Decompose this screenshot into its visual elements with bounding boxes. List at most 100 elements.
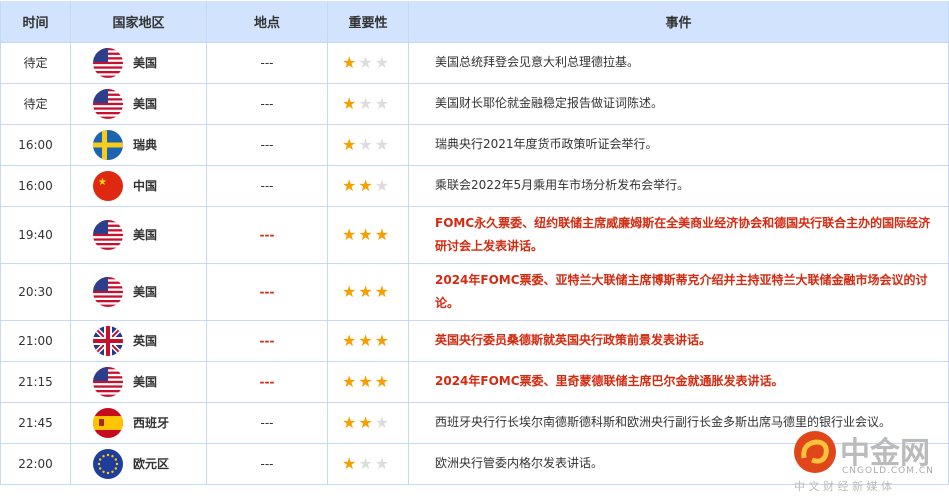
event-description: 2024年FOMC票委、里奇蒙德联储主席巴尔金就通胀发表讲话。 — [408, 361, 949, 403]
star-icon: ★ — [342, 413, 357, 432]
event-description: 2024年FOMC票委、亚特兰大联储主席博斯蒂克介绍并主持亚特兰大联储金融市场会… — [408, 263, 949, 321]
event-description: 美国财长耶伦就金融稳定报告做证词陈述。 — [408, 83, 949, 125]
event-time: 21:15 — [0, 361, 71, 403]
event-location: --- — [206, 402, 328, 444]
star-icon: ★ — [374, 225, 390, 244]
star-icon: ★ — [358, 53, 373, 72]
star-icon: ★ — [358, 413, 373, 432]
star-icon: ★ — [358, 225, 373, 244]
event-description: FOMC永久票委、纽约联储主席威廉姆斯在全美商业经济协会和德国央行联合主办的国际… — [408, 206, 949, 264]
table-row: 19:40 美国 --- ★ ★ ★ FOMC永久票委、纽约联储主席威廉姆斯在全美商… — [0, 206, 949, 264]
flag-cn-icon: ★ — [93, 170, 123, 201]
country-cell: 美国 — [71, 47, 206, 78]
country-name: 美国 — [133, 56, 158, 70]
header-time: 时间 — [0, 1, 71, 43]
star-icon: ★ — [374, 53, 390, 72]
flag-eu-icon — [93, 448, 123, 479]
header-location: 地点 — [206, 1, 328, 43]
table-header: 时间 国家地区 地点 重要性 事件 — [0, 1, 949, 43]
flag-gb-icon — [93, 325, 123, 356]
importance-stars: ★ ★ ★ — [328, 176, 408, 195]
star-icon: ★ — [342, 454, 357, 473]
table-row: 20:30 美国 --- ★ ★ ★ 2024年FOMC票委、亚特兰大联储主席博斯蒂… — [0, 263, 949, 321]
table-row: 待定 美国 --- ★ ★ ★ 美国财长耶伦就金融稳定报告做证词陈述。 — [0, 83, 949, 125]
event-location: --- — [206, 443, 328, 485]
country-name: 瑞典 — [133, 138, 158, 152]
country-cell: 美国 — [71, 88, 206, 119]
header-event: 事件 — [408, 1, 949, 43]
star-icon: ★ — [358, 372, 373, 391]
svg-text:★: ★ — [98, 177, 107, 188]
country-name: 美国 — [133, 375, 158, 389]
country-cell: 瑞典 — [71, 129, 206, 160]
importance-stars: ★ ★ ★ — [328, 372, 408, 391]
star-icon: ★ — [342, 372, 357, 391]
star-icon: ★ — [374, 331, 390, 350]
economic-calendar-table: 时间 国家地区 地点 重要性 事件 待定 美国 --- ★ ★ ★ 美国总统拜登会见… — [0, 1, 949, 485]
star-icon: ★ — [358, 176, 373, 195]
event-location: --- — [206, 42, 328, 84]
importance-stars: ★ ★ ★ — [328, 454, 408, 473]
event-description: 乘联会2022年5月乘用车市场分析发布会举行。 — [408, 165, 949, 207]
country-name: 欧元区 — [133, 457, 170, 471]
header-importance: 重要性 — [327, 1, 409, 43]
event-time: 待定 — [0, 83, 71, 125]
table-row: 21:00 英国 --- ★ ★ ★ 英国央行委员桑德斯就英国央行政策前景发表讲话。 — [0, 320, 949, 362]
star-icon: ★ — [358, 94, 373, 113]
table-row: 16:00 瑞典 --- ★ ★ ★ 瑞典央行2021年度货币政策听证会举行。 — [0, 124, 949, 166]
event-location: --- — [206, 83, 328, 125]
country-cell: ★ 中国 — [71, 170, 206, 201]
star-icon: ★ — [342, 94, 357, 113]
star-icon: ★ — [358, 282, 373, 301]
event-time: 22:00 — [0, 443, 71, 485]
star-icon: ★ — [342, 53, 357, 72]
country-cell: 欧元区 — [71, 448, 206, 479]
importance-stars: ★ ★ ★ — [328, 282, 408, 301]
event-location: --- — [206, 361, 328, 403]
country-name: 英国 — [133, 334, 158, 348]
country-cell: 西班牙 — [71, 407, 206, 438]
star-icon: ★ — [342, 331, 357, 350]
star-icon: ★ — [342, 282, 357, 301]
star-icon: ★ — [358, 331, 373, 350]
flag-us-icon — [93, 47, 123, 78]
country-cell: 美国 — [71, 366, 206, 397]
event-time: 21:45 — [0, 402, 71, 444]
cngold-watermark-logo: 中金网 CNGOLD.COM.CN 中 文 财 经 新 媒 体 — [790, 428, 940, 498]
table-row: 待定 美国 --- ★ ★ ★ 美国总统拜登会见意大利总理德拉基。 — [0, 42, 949, 84]
country-name: 美国 — [133, 285, 158, 299]
star-icon: ★ — [374, 372, 390, 391]
country-name: 西班牙 — [133, 416, 170, 430]
header-country: 国家地区 — [70, 1, 207, 43]
flag-se-icon — [93, 129, 123, 160]
event-time: 20:30 — [0, 263, 71, 321]
event-location: --- — [206, 320, 328, 362]
event-time: 19:40 — [0, 206, 71, 264]
event-description: 英国央行委员桑德斯就英国央行政策前景发表讲话。 — [408, 320, 949, 362]
importance-stars: ★ ★ ★ — [328, 225, 408, 244]
event-time: 16:00 — [0, 165, 71, 207]
flag-us-icon — [93, 88, 123, 119]
country-cell: 英国 — [71, 325, 206, 356]
event-description: 瑞典央行2021年度货币政策听证会举行。 — [408, 124, 949, 166]
importance-stars: ★ ★ ★ — [328, 53, 408, 72]
star-icon: ★ — [342, 225, 357, 244]
watermark-domain: CNGOLD.COM.CN — [842, 466, 934, 476]
star-icon: ★ — [374, 94, 390, 113]
table-row: 21:15 美国 --- ★ ★ ★ 2024年FOMC票委、里奇蒙德联储主席巴尔金… — [0, 361, 949, 403]
importance-stars: ★ ★ ★ — [328, 331, 408, 350]
importance-stars: ★ ★ ★ — [328, 413, 408, 432]
country-name: 中国 — [133, 179, 158, 193]
country-cell: 美国 — [71, 219, 206, 250]
event-time: 16:00 — [0, 124, 71, 166]
country-cell: 美国 — [71, 276, 206, 307]
event-time: 21:00 — [0, 320, 71, 362]
country-name: 美国 — [133, 228, 158, 242]
table-row: 16:00 ★ 中国 --- ★ ★ ★ 乘联会2022年5月乘用车市场分析发布会举行… — [0, 165, 949, 207]
star-icon: ★ — [342, 135, 357, 154]
star-icon: ★ — [374, 282, 390, 301]
flag-es-icon — [93, 407, 123, 438]
star-icon: ★ — [342, 176, 357, 195]
flag-us-icon — [93, 366, 123, 397]
event-location: --- — [206, 165, 328, 207]
